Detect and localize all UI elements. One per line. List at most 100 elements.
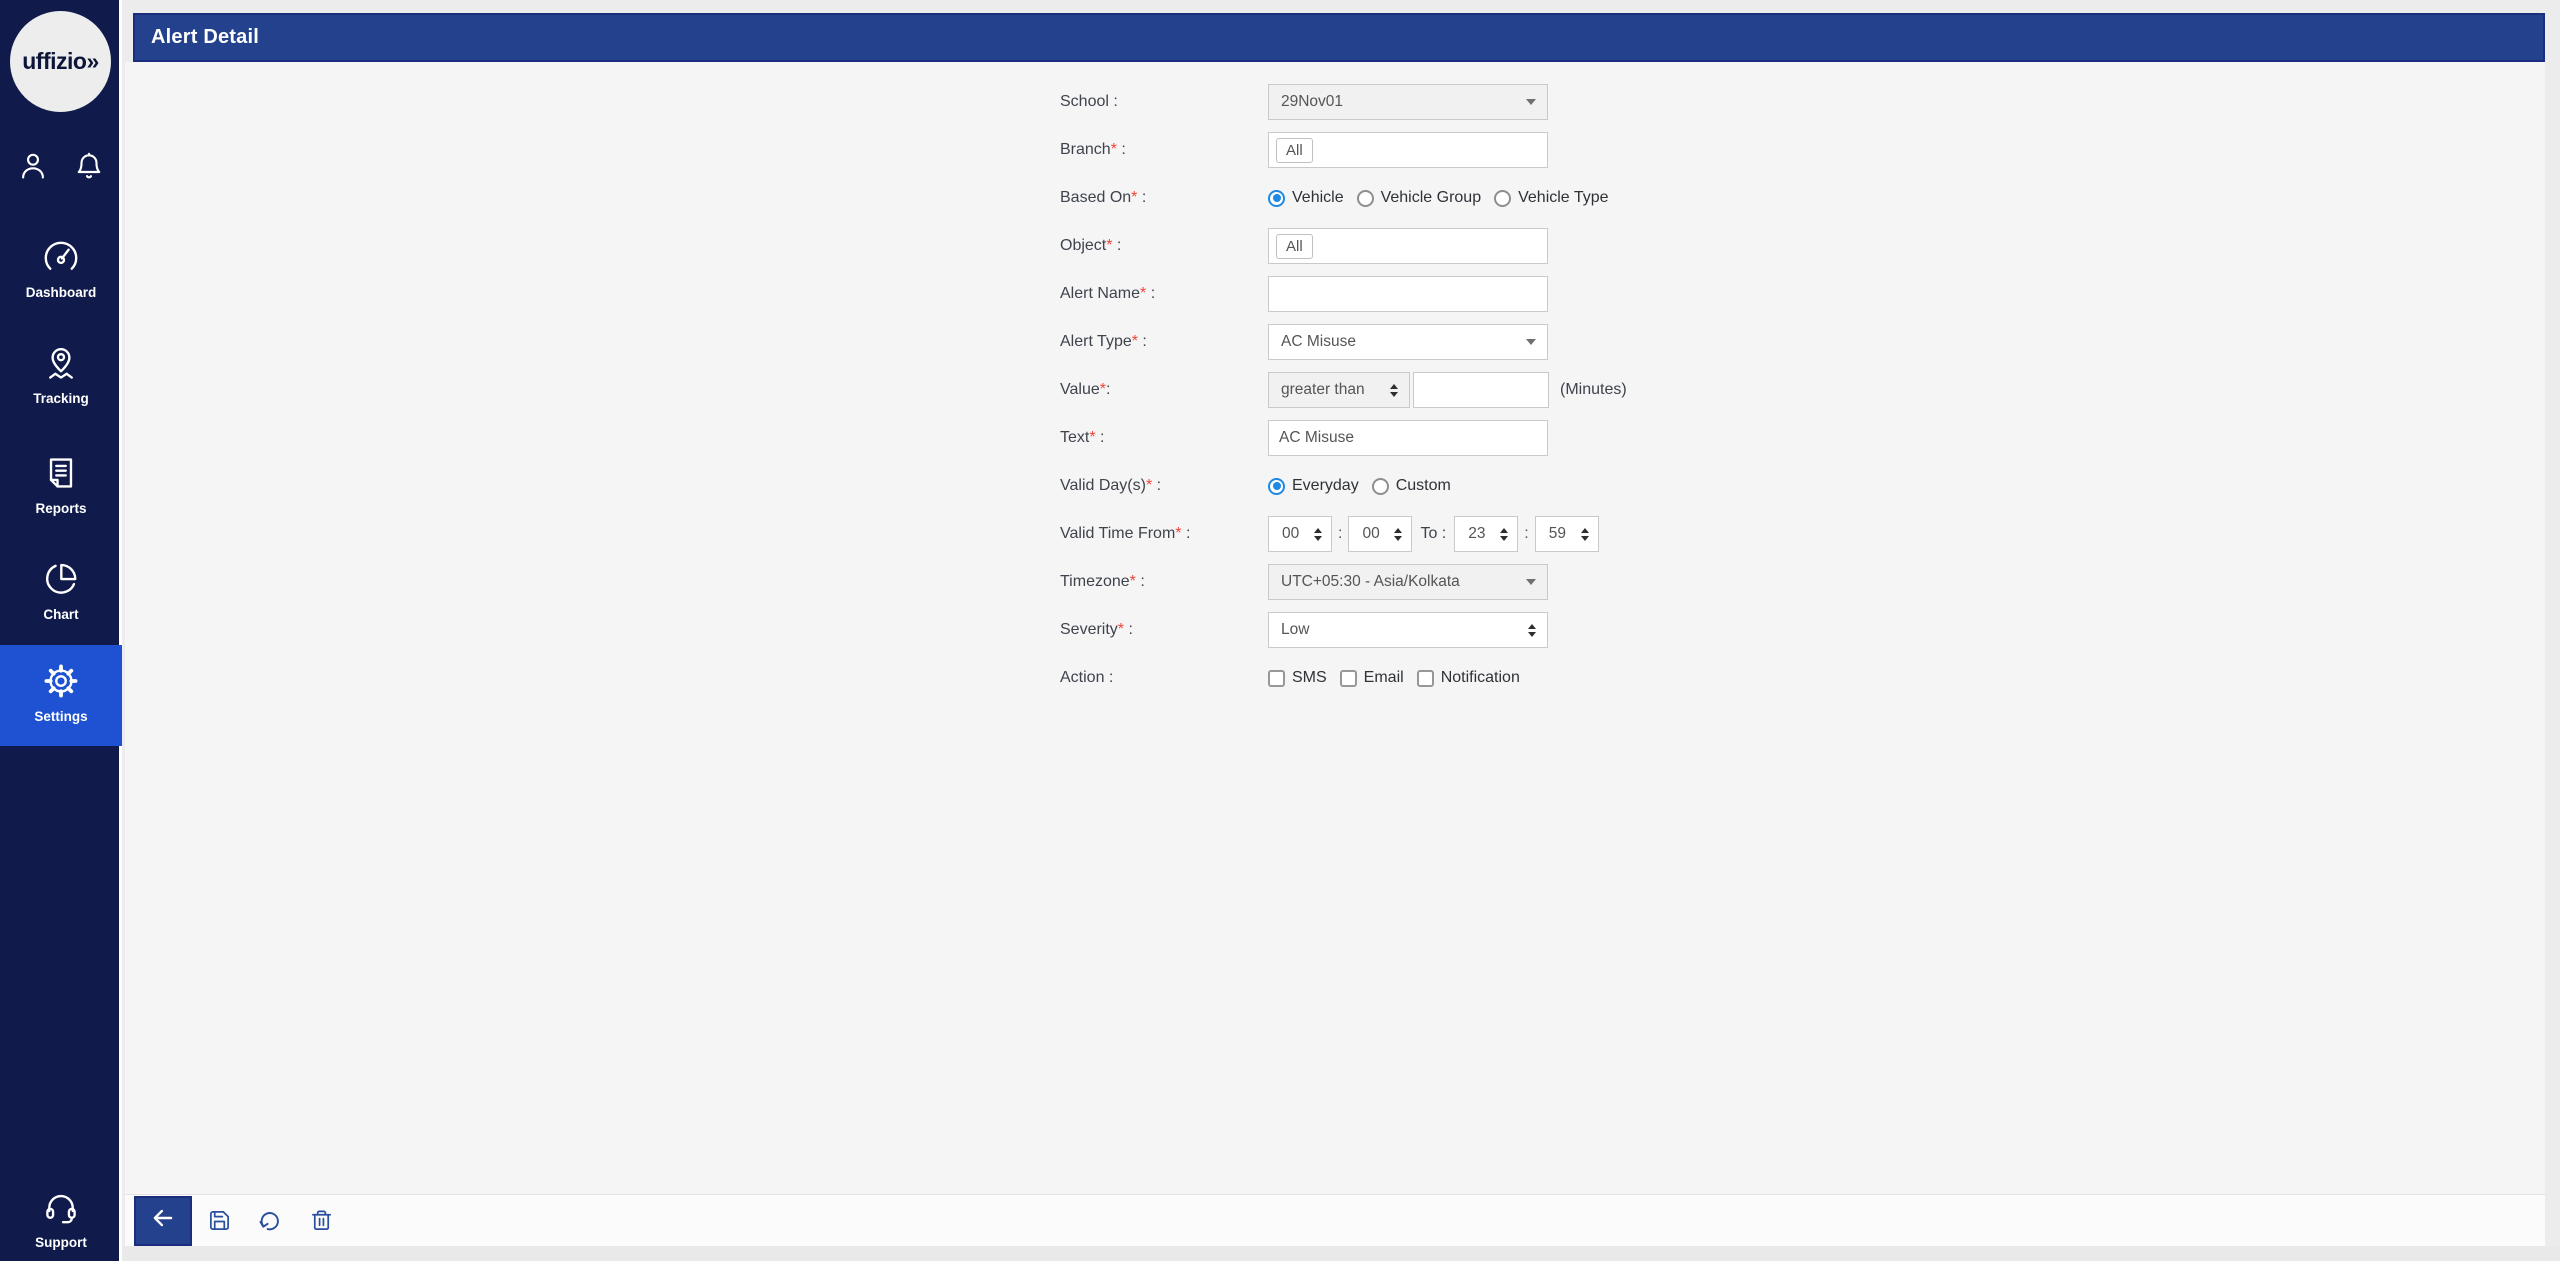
based-on-radio-vehicle-group[interactable]: Vehicle Group bbox=[1357, 189, 1482, 207]
valid-days-radio-everyday[interactable]: Everyday bbox=[1268, 477, 1359, 495]
alert-detail-form: School : 29Nov01 Branch* : All Based On*… bbox=[125, 62, 2545, 696]
back-arrow-icon bbox=[150, 1205, 176, 1236]
sidebar-item-label: Dashboard bbox=[0, 285, 122, 300]
timezone-select-value: UTC+05:30 - Asia/Kolkata bbox=[1281, 573, 1460, 591]
document-icon bbox=[42, 479, 80, 496]
checkbox-unchecked-icon bbox=[1417, 670, 1434, 687]
page-title: Alert Detail bbox=[135, 26, 259, 49]
value-unit-label: (Minutes) bbox=[1560, 381, 1627, 399]
field-row-school: School : 29Nov01 bbox=[1060, 84, 2545, 120]
sidebar: uffizio» Dashboard bbox=[0, 0, 122, 1261]
branch-label: Branch* : bbox=[1060, 132, 1268, 168]
object-chip-all[interactable]: All bbox=[1276, 234, 1313, 259]
spinner-icon bbox=[1581, 528, 1589, 541]
valid-days-radio-custom[interactable]: Custom bbox=[1372, 477, 1451, 495]
field-row-timezone: Timezone* : UTC+05:30 - Asia/Kolkata bbox=[1060, 564, 2545, 600]
sidebar-item-tracking[interactable]: Tracking bbox=[0, 336, 122, 406]
field-row-action: Action : SMS Email Notification bbox=[1060, 660, 2545, 696]
time-to-label: To : bbox=[1420, 525, 1446, 543]
radio-checked-icon bbox=[1268, 478, 1285, 495]
reset-button[interactable] bbox=[259, 1209, 282, 1232]
timezone-label: Timezone* : bbox=[1060, 564, 1268, 600]
valid-time-label: Valid Time From* : bbox=[1060, 516, 1268, 552]
school-select-value: 29Nov01 bbox=[1281, 93, 1343, 111]
uffizio-logo: uffizio» bbox=[10, 11, 111, 112]
gear-icon bbox=[42, 687, 80, 704]
field-row-object: Object* : All bbox=[1060, 228, 2545, 264]
branch-input[interactable]: All bbox=[1268, 132, 1548, 168]
time-from-minute-spinner[interactable]: 00 bbox=[1348, 516, 1412, 552]
valid-days-label: Valid Day(s)* : bbox=[1060, 468, 1268, 504]
timezone-select[interactable]: UTC+05:30 - Asia/Kolkata bbox=[1268, 564, 1548, 600]
notifications-bell-icon[interactable] bbox=[73, 150, 105, 182]
sidebar-top-icons bbox=[0, 150, 122, 182]
object-label: Object* : bbox=[1060, 228, 1268, 264]
time-to-hour-spinner[interactable]: 23 bbox=[1454, 516, 1518, 552]
object-input[interactable]: All bbox=[1268, 228, 1548, 264]
school-label: School : bbox=[1060, 84, 1268, 120]
spinner-icon bbox=[1394, 528, 1402, 541]
spinner-icon bbox=[1528, 624, 1536, 637]
bottom-toolbar bbox=[125, 1194, 2545, 1246]
action-checkbox-notification[interactable]: Notification bbox=[1417, 669, 1520, 687]
logo-text: uffizio» bbox=[22, 48, 99, 75]
alert-name-label: Alert Name* : bbox=[1060, 276, 1268, 312]
time-from-hour-spinner[interactable]: 00 bbox=[1268, 516, 1332, 552]
sidebar-item-settings[interactable]: Settings bbox=[0, 645, 122, 746]
text-input[interactable]: AC Misuse bbox=[1268, 420, 1548, 456]
based-on-label: Based On* : bbox=[1060, 180, 1268, 216]
spinner-icon bbox=[1314, 528, 1322, 541]
sidebar-item-support[interactable]: Support bbox=[0, 1180, 122, 1250]
value-amount-input[interactable] bbox=[1413, 372, 1549, 408]
back-button[interactable] bbox=[134, 1196, 192, 1246]
value-comparator-select[interactable]: greater than bbox=[1268, 372, 1410, 408]
save-button[interactable] bbox=[208, 1209, 231, 1232]
chevron-down-icon bbox=[1526, 339, 1536, 345]
delete-button[interactable] bbox=[310, 1209, 333, 1232]
text-label: Text* : bbox=[1060, 420, 1268, 456]
field-row-based-on: Based On* : Vehicle Vehicle Group Vehicl… bbox=[1060, 180, 2545, 216]
sidebar-item-reports[interactable]: Reports bbox=[0, 446, 122, 516]
spinner-icon bbox=[1390, 384, 1398, 397]
field-row-text: Text* : AC Misuse bbox=[1060, 420, 2545, 456]
severity-select-value: Low bbox=[1281, 621, 1309, 639]
action-checkbox-sms[interactable]: SMS bbox=[1268, 669, 1327, 687]
sidebar-item-label: Support bbox=[0, 1235, 122, 1250]
field-row-valid-time: Valid Time From* : 00 : 00 To : 23 : bbox=[1060, 516, 2545, 552]
time-separator: : bbox=[1338, 525, 1342, 543]
sidebar-item-label: Settings bbox=[0, 709, 122, 724]
sidebar-item-chart[interactable]: Chart bbox=[0, 552, 122, 622]
field-row-severity: Severity* : Low bbox=[1060, 612, 2545, 648]
chevron-down-icon bbox=[1526, 579, 1536, 585]
field-row-alert-type: Alert Type* : AC Misuse bbox=[1060, 324, 2545, 360]
sidebar-item-dashboard[interactable]: Dashboard bbox=[0, 230, 122, 300]
based-on-radio-vehicle[interactable]: Vehicle bbox=[1268, 189, 1344, 207]
radio-unchecked-icon bbox=[1372, 478, 1389, 495]
reset-icon bbox=[259, 1209, 282, 1232]
sidebar-item-label: Chart bbox=[0, 607, 122, 622]
radio-unchecked-icon bbox=[1357, 190, 1374, 207]
branch-chip-all[interactable]: All bbox=[1276, 138, 1313, 163]
value-label: Value*: bbox=[1060, 372, 1268, 408]
field-row-branch: Branch* : All bbox=[1060, 132, 2545, 168]
based-on-radio-vehicle-type[interactable]: Vehicle Type bbox=[1494, 189, 1608, 207]
alert-type-label: Alert Type* : bbox=[1060, 324, 1268, 360]
severity-select[interactable]: Low bbox=[1268, 612, 1548, 648]
action-checkbox-email[interactable]: Email bbox=[1340, 669, 1404, 687]
user-icon[interactable] bbox=[17, 150, 49, 182]
save-icon bbox=[208, 1209, 231, 1232]
pie-chart-icon bbox=[42, 585, 80, 602]
field-row-alert-name: Alert Name* : bbox=[1060, 276, 2545, 312]
school-select[interactable]: 29Nov01 bbox=[1268, 84, 1548, 120]
alert-type-select[interactable]: AC Misuse bbox=[1268, 324, 1548, 360]
speedometer-icon bbox=[42, 263, 80, 280]
alert-type-select-value: AC Misuse bbox=[1281, 333, 1356, 351]
value-comparator-value: greater than bbox=[1281, 381, 1365, 399]
headset-icon bbox=[42, 1213, 80, 1230]
alert-name-input[interactable] bbox=[1268, 276, 1548, 312]
radio-unchecked-icon bbox=[1494, 190, 1511, 207]
time-to-minute-spinner[interactable]: 59 bbox=[1535, 516, 1599, 552]
sidebar-item-label: Tracking bbox=[0, 391, 122, 406]
time-separator: : bbox=[1524, 525, 1528, 543]
checkbox-unchecked-icon bbox=[1268, 670, 1285, 687]
